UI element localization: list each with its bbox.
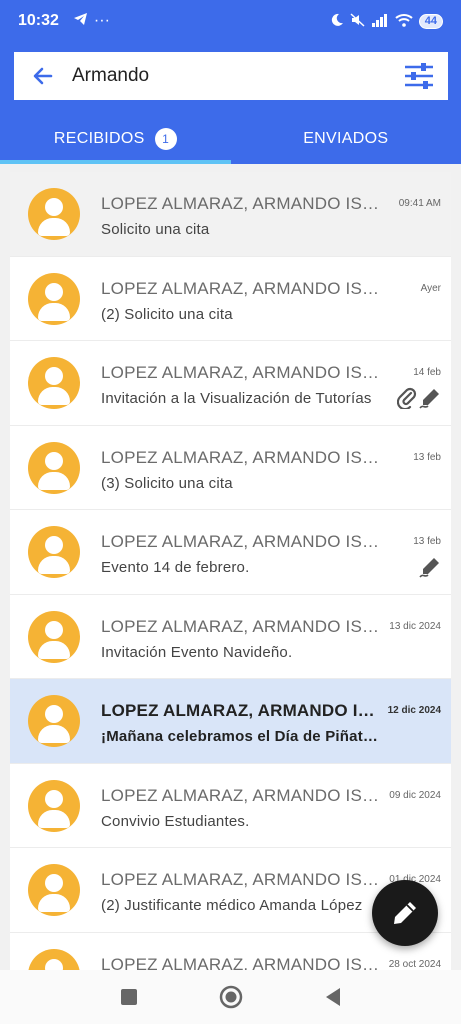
message-date: 13 feb	[413, 451, 441, 463]
person-icon	[28, 526, 80, 578]
tab-bar: RECIBIDOS 1 ENVIADOS	[0, 114, 461, 164]
message-date: 09 dic 2024	[389, 789, 441, 801]
message-date: 28 oct 2024	[388, 958, 441, 970]
pencil-icon	[394, 902, 416, 924]
person-icon	[28, 948, 80, 970]
message-list[interactable]: LOPEZ ALMARAZ, ARMANDO ISAAC Solicito un…	[10, 172, 451, 970]
message-subject: (3) Solicito una cita	[101, 474, 233, 492]
message-date: 14 feb	[413, 367, 441, 378]
app-bar: RECIBIDOS 1 ENVIADOS	[0, 42, 461, 164]
person-icon	[28, 357, 80, 409]
message-row[interactable]: LOPEZ ALMARAZ, ARMANDO ISAAC (2) Solicit…	[10, 256, 451, 341]
message-row[interactable]: LOPEZ ALMARAZ, ARMANDO ISAAC Convivio Es…	[10, 763, 451, 848]
message-sender: LOPEZ ALMARAZ, ARMANDO ISAAC	[101, 194, 381, 213]
sliders-icon	[405, 63, 433, 89]
message-date: 09:41 AM	[398, 198, 441, 209]
message-subject: (2) Justificante médico Amanda López	[101, 897, 363, 914]
person-icon	[28, 610, 80, 663]
message-subject: ¡Mañana celebramos el Día de Piñatas!	[101, 728, 381, 745]
more-notifications-icon: ···	[93, 12, 110, 29]
message-subject: Convivio Estudiantes.	[101, 812, 250, 830]
message-sender: LOPEZ ALMARAZ, ARMANDO ISAAC	[101, 447, 381, 467]
moon-icon	[330, 13, 344, 30]
message-date: 13 feb	[413, 536, 441, 547]
message-date: 12 dic 2024	[387, 705, 441, 716]
message-sender: LOPEZ ALMARAZ, ARMANDO ISAAC	[101, 954, 381, 971]
system-nav-bar	[0, 970, 461, 1024]
message-sender: LOPEZ ALMARAZ, ARMANDO ISAAC	[101, 870, 381, 889]
message-row-unread[interactable]: LOPEZ ALMARAZ, ARMANDO ISAAC ¡Mañana cel…	[10, 679, 451, 764]
square-icon	[120, 989, 137, 1005]
back-nav-button[interactable]	[318, 982, 348, 1012]
recents-button[interactable]	[114, 982, 144, 1012]
message-subject: Invitación a la Visualización de Tutoría…	[101, 390, 372, 407]
message-row[interactable]: LOPEZ ALMARAZ, ARMANDO ISAAC Invitación …	[10, 594, 451, 679]
search-bar	[14, 52, 448, 100]
message-row[interactable]: LOPEZ ALMARAZ, ARMANDO ISAAC Solicito un…	[10, 172, 451, 257]
signature-pen-icon	[419, 558, 439, 578]
message-sender: LOPEZ ALMARAZ, ARMANDO ISAAC	[101, 701, 381, 720]
telegram-icon	[73, 12, 88, 31]
wifi-icon	[395, 13, 413, 30]
message-row[interactable]: LOPEZ ALMARAZ, ARMANDO ISAAC Invitación …	[10, 341, 451, 426]
tab-enviados-label: ENVIADOS	[303, 130, 389, 147]
tab-recibidos[interactable]: RECIBIDOS 1	[0, 114, 231, 164]
person-icon	[28, 441, 80, 494]
message-subject: Solicito una cita	[101, 221, 210, 238]
paperclip-icon	[397, 387, 417, 409]
signature-pen-icon	[419, 389, 439, 409]
message-subject: (2) Solicito una cita	[101, 305, 233, 323]
arrow-left-icon	[33, 67, 53, 85]
message-sender: LOPEZ ALMARAZ, ARMANDO ISAAC	[101, 532, 381, 551]
circle-icon	[219, 985, 242, 1009]
message-sender: LOPEZ ALMARAZ, ARMANDO ISAAC	[101, 785, 381, 805]
person-icon	[28, 779, 80, 832]
person-icon	[28, 188, 80, 240]
message-row[interactable]: LOPEZ ALMARAZ, ARMANDO ISAAC Evento 14 d…	[10, 510, 451, 595]
person-icon	[28, 272, 80, 325]
signal-icon	[371, 13, 389, 30]
message-date: Ayer	[420, 282, 441, 294]
person-icon	[28, 864, 80, 916]
battery-indicator: 44	[418, 13, 443, 29]
message-sender: LOPEZ ALMARAZ, ARMANDO ISAAC	[101, 363, 381, 382]
search-input[interactable]	[72, 56, 390, 96]
tab-enviados[interactable]: ENVIADOS	[231, 114, 461, 164]
message-subject: Evento 14 de febrero.	[101, 559, 250, 576]
tab-recibidos-label: RECIBIDOS	[53, 130, 145, 147]
message-sender: LOPEZ ALMARAZ, ARMANDO ISAAC	[101, 278, 381, 298]
status-bar: 10:32 ··· 44	[0, 0, 461, 42]
mute-icon	[350, 12, 365, 30]
status-time: 10:32	[18, 12, 59, 29]
home-button[interactable]	[216, 982, 246, 1012]
unread-count-badge: 1	[154, 128, 177, 150]
triangle-back-icon	[325, 988, 340, 1006]
back-button[interactable]	[14, 52, 72, 100]
message-subject: Invitación Evento Navideño.	[101, 643, 293, 661]
compose-button[interactable]	[372, 880, 438, 946]
message-row[interactable]: LOPEZ ALMARAZ, ARMANDO ISAAC (3) Solicit…	[10, 425, 451, 510]
message-date: 13 dic 2024	[389, 620, 441, 632]
message-sender: LOPEZ ALMARAZ, ARMANDO ISAAC	[101, 616, 381, 636]
filter-button[interactable]	[390, 52, 448, 100]
person-icon	[28, 695, 80, 747]
